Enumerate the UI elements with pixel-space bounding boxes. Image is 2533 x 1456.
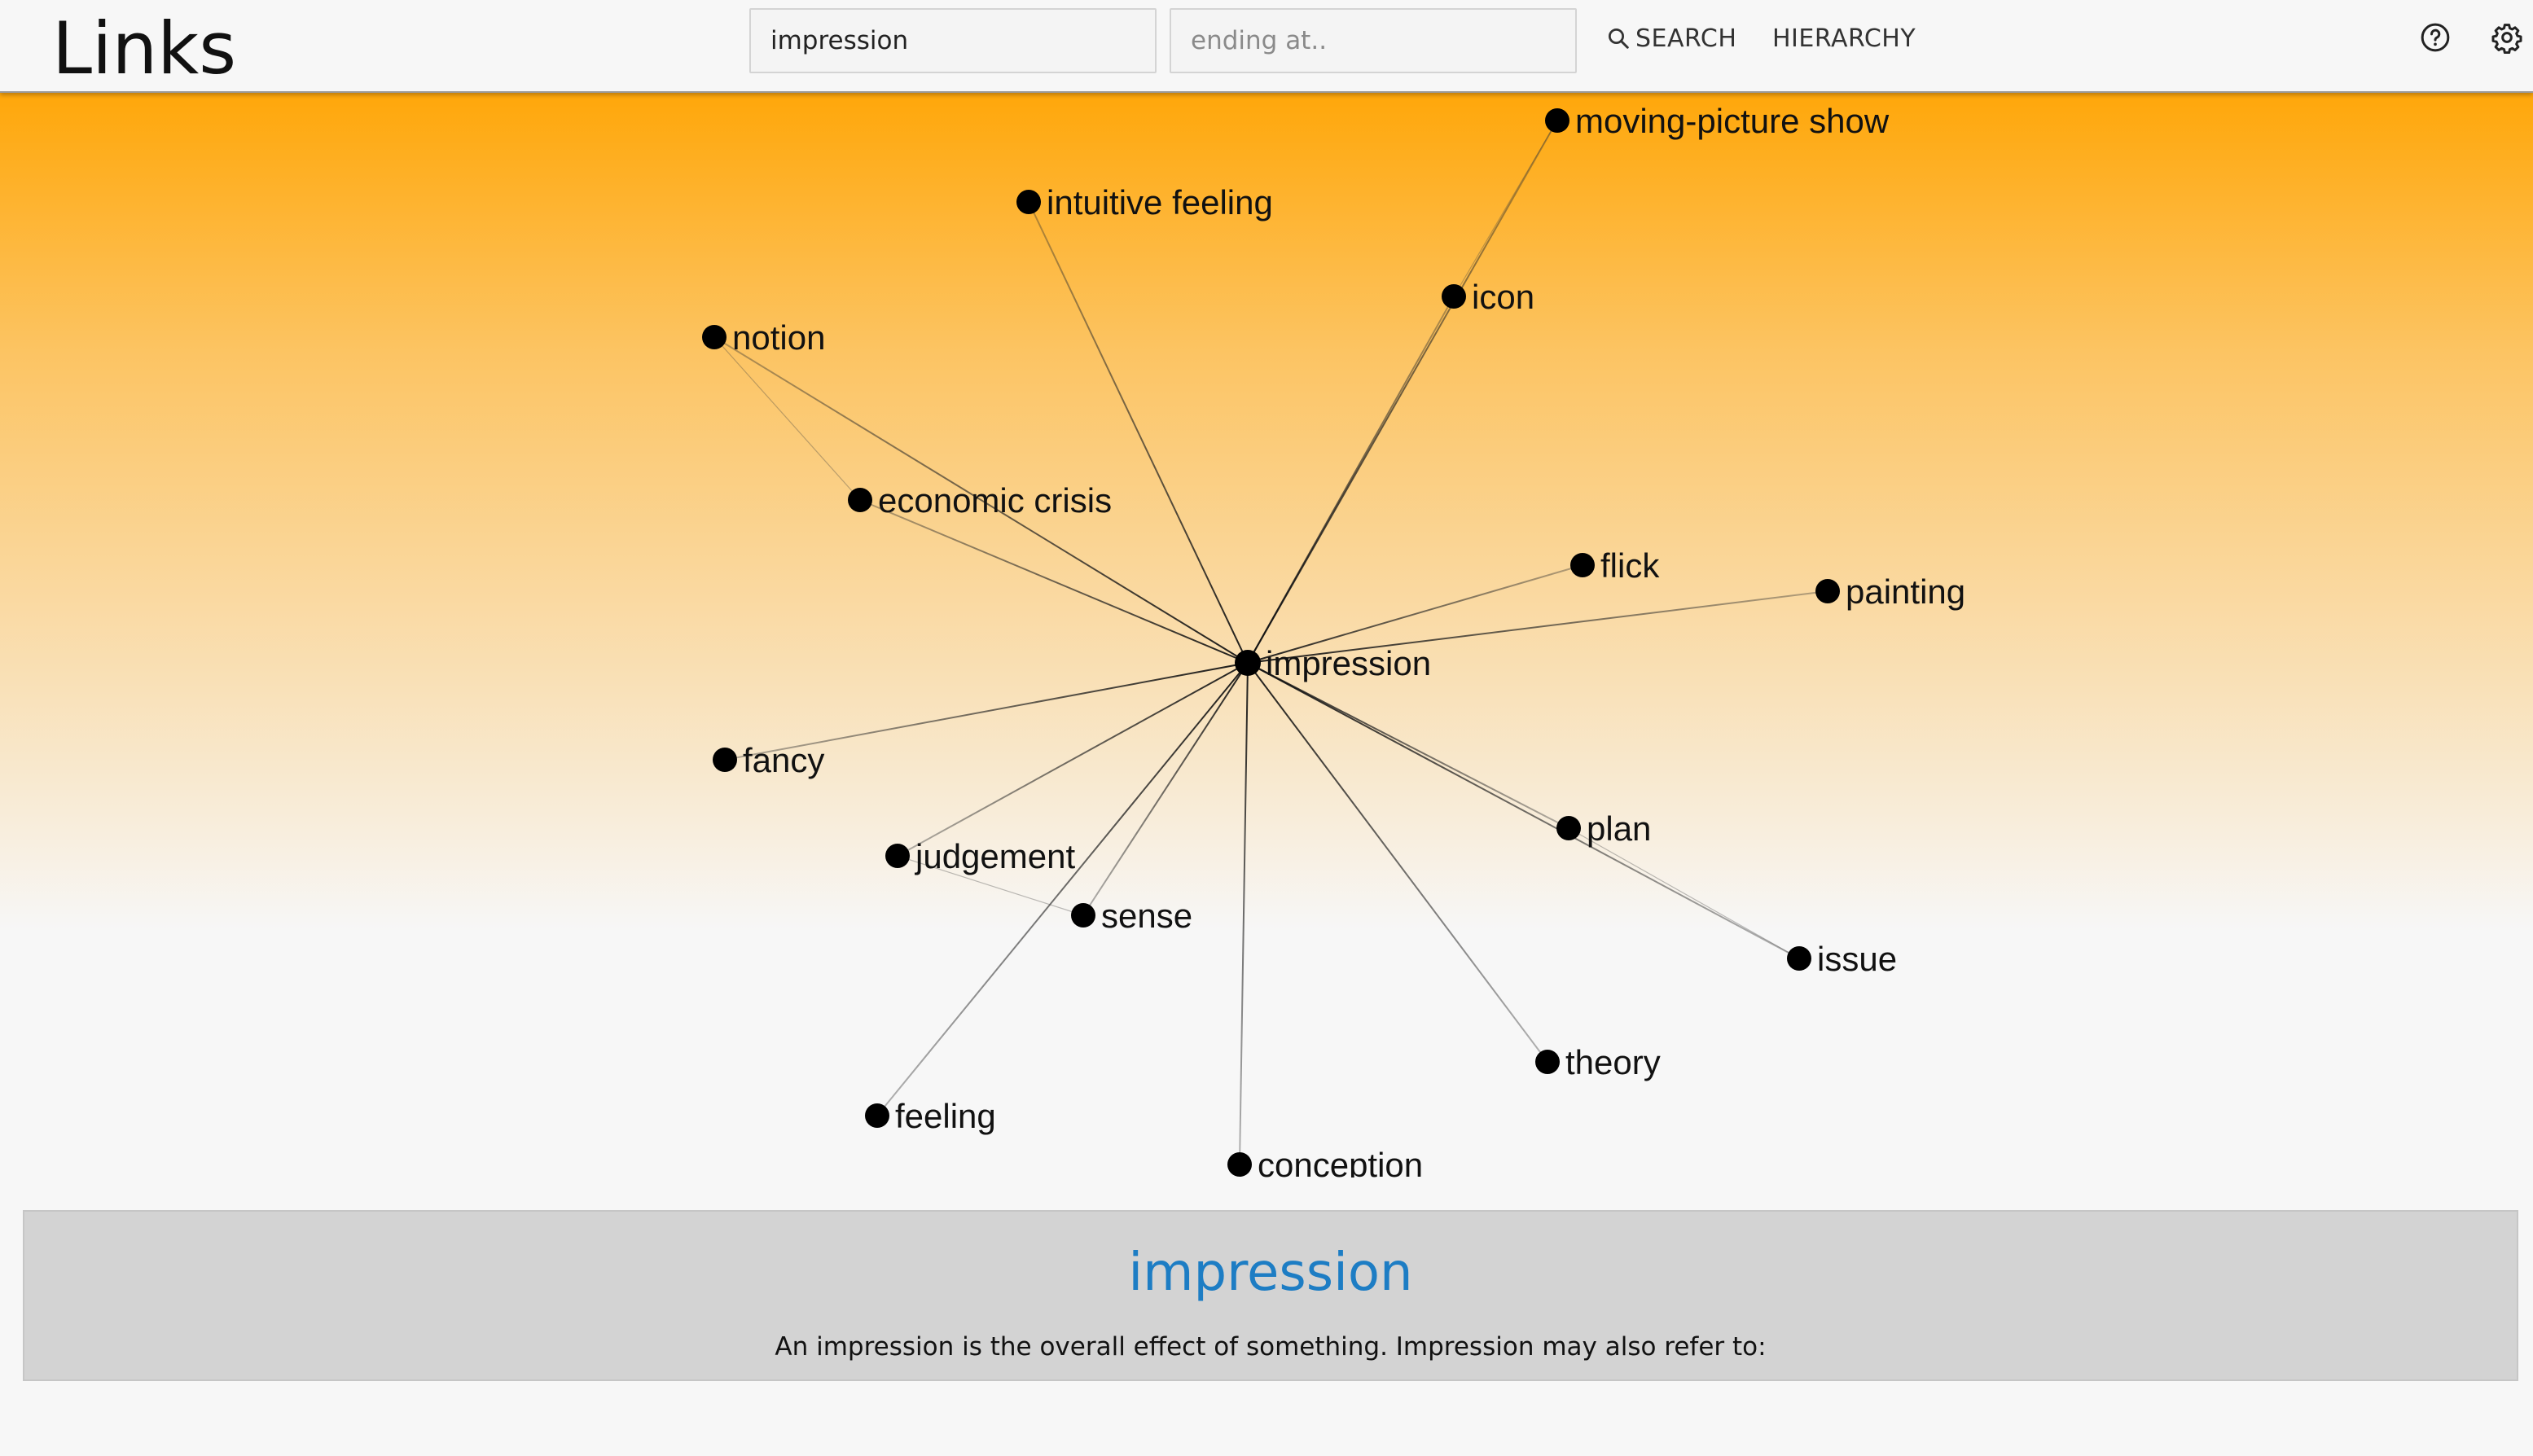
node-dot[interactable] <box>1535 1050 1560 1074</box>
graph-node[interactable]: intuitive feeling <box>1016 183 1273 221</box>
node-dot[interactable] <box>865 1103 889 1128</box>
link-graph[interactable]: moving-picture show intuitive feeling icon… <box>0 93 2533 1178</box>
graph-edge <box>1247 662 1569 829</box>
graph-edge <box>1239 662 1249 1165</box>
app-title: Links <box>52 7 237 90</box>
gear-icon[interactable] <box>2491 21 2523 54</box>
graph-edge <box>876 662 1249 1116</box>
node-label[interactable]: conception <box>1258 1146 1423 1178</box>
node-label[interactable]: intuitive feeling <box>1047 183 1273 221</box>
node-dot[interactable] <box>702 325 727 349</box>
info-description: An impression is the overall effect of s… <box>775 1332 1767 1362</box>
node-dot[interactable] <box>1071 903 1095 928</box>
node-dot[interactable] <box>1545 108 1569 133</box>
graph-edge <box>1453 120 1558 297</box>
graph-edge <box>1568 827 1800 959</box>
graph-node[interactable]: feeling <box>865 1097 996 1135</box>
node-label[interactable]: plan <box>1587 809 1651 848</box>
graph-node[interactable]: moving-picture show <box>1545 102 1890 140</box>
graph-node-center[interactable]: impression <box>1235 644 1431 682</box>
graph-canvas[interactable]: moving-picture show intuitive feeling icon… <box>0 93 2533 1178</box>
graph-nodes: moving-picture show intuitive feeling icon… <box>702 102 1965 1178</box>
node-label[interactable]: issue <box>1817 940 1897 978</box>
node-dot[interactable] <box>1570 553 1595 577</box>
graph-edge <box>897 662 1249 857</box>
graph-node[interactable]: theory <box>1535 1043 1661 1081</box>
node-label[interactable]: painting <box>1846 572 1965 611</box>
node-dot[interactable] <box>1227 1152 1252 1177</box>
graph-edge <box>1247 296 1455 664</box>
node-dot[interactable] <box>1787 946 1811 971</box>
graph-node[interactable]: icon <box>1442 278 1534 316</box>
graph-node[interactable]: fancy <box>713 741 824 779</box>
node-dot[interactable] <box>713 748 737 772</box>
hierarchy-button[interactable]: HIERARCHY <box>1772 20 1916 57</box>
node-label[interactable]: feeling <box>895 1097 996 1135</box>
node-label[interactable]: icon <box>1472 278 1534 316</box>
hierarchy-button-label: HIERARCHY <box>1772 24 1916 53</box>
node-label[interactable]: moving-picture show <box>1575 102 1890 140</box>
graph-node[interactable]: flick <box>1570 546 1660 585</box>
graph-node[interactable]: notion <box>702 318 825 357</box>
search-input[interactable] <box>749 8 1157 73</box>
node-dot[interactable] <box>1235 650 1261 676</box>
info-title[interactable]: impression <box>24 1243 2517 1303</box>
end-word-input[interactable] <box>1170 8 1577 73</box>
graph-node[interactable]: issue <box>1787 940 1897 978</box>
node-label[interactable]: flick <box>1600 546 1660 585</box>
graph-node[interactable]: sense <box>1071 897 1192 935</box>
node-dot[interactable] <box>848 488 872 512</box>
graph-edge <box>1028 201 1249 664</box>
node-label[interactable]: economic crisis <box>878 481 1112 520</box>
node-label[interactable]: impression <box>1266 644 1431 682</box>
graph-edge <box>713 336 861 501</box>
node-dot[interactable] <box>1442 284 1466 309</box>
graph-node[interactable]: economic crisis <box>848 481 1112 520</box>
graph-edge <box>859 499 1249 664</box>
search-icon <box>1609 29 1629 49</box>
node-label[interactable]: sense <box>1101 897 1192 935</box>
graph-edge <box>1247 662 1800 959</box>
node-dot[interactable] <box>885 844 910 868</box>
node-label[interactable]: notion <box>732 318 825 357</box>
graph-node[interactable]: conception <box>1227 1146 1423 1178</box>
node-label[interactable]: theory <box>1565 1043 1661 1081</box>
info-panel: impression An impression is the overall … <box>23 1210 2518 1381</box>
graph-edge <box>1247 662 1548 1063</box>
search-button[interactable]: SEARCH <box>1606 20 1736 57</box>
node-dot[interactable] <box>1556 816 1581 840</box>
graph-node[interactable]: painting <box>1815 572 1965 611</box>
graph-edges <box>713 120 1828 1165</box>
node-dot[interactable] <box>1016 190 1041 214</box>
graph-edge <box>1082 662 1249 916</box>
top-bar: Links SEARCH HIERARCHY <box>0 0 2533 93</box>
help-icon[interactable] <box>2419 21 2452 54</box>
graph-node[interactable]: judgement <box>885 837 1075 875</box>
node-dot[interactable] <box>1815 579 1840 603</box>
node-label[interactable]: fancy <box>743 741 824 779</box>
node-label[interactable]: judgement <box>914 837 1075 875</box>
graph-node[interactable]: plan <box>1556 809 1651 848</box>
search-button-label: SEARCH <box>1635 24 1737 53</box>
